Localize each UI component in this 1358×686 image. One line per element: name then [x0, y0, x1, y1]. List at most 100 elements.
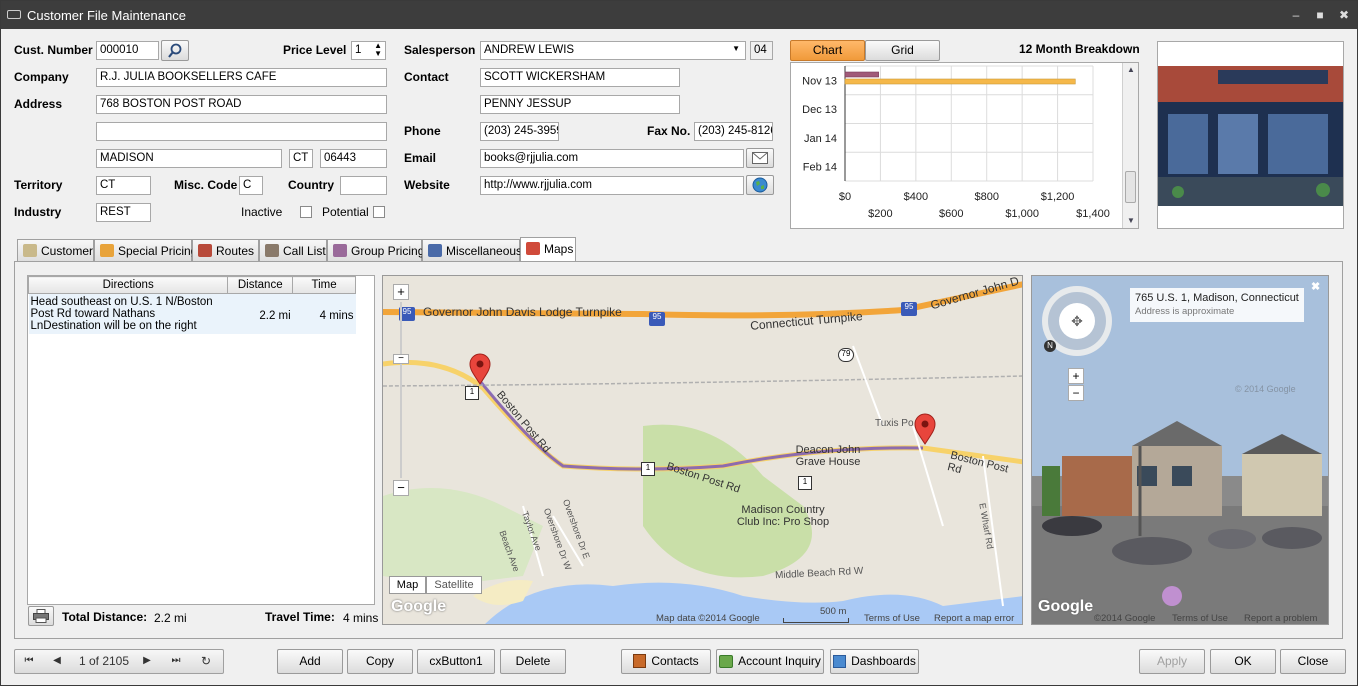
company-field[interactable]: R.J. JULIA BOOKSELLERS CAFE — [96, 68, 387, 87]
map-zoom-slider[interactable] — [400, 302, 402, 478]
tab-maps[interactable]: Maps — [520, 237, 576, 262]
street-view-compass[interactable]: ✥ N — [1042, 286, 1112, 356]
col-time[interactable]: Time — [292, 276, 356, 294]
address1-field[interactable]: 768 BOSTON POST ROAD — [96, 95, 387, 114]
country-field[interactable] — [340, 176, 387, 195]
chart-category-label: Jan 14 — [804, 133, 837, 145]
misc-code-label: Misc. Code — [174, 178, 238, 192]
email-field[interactable]: books@rjjulia.com — [480, 149, 744, 168]
delete-button[interactable]: Delete — [500, 649, 566, 674]
chart-scrollbar[interactable]: ▲ ▼ — [1122, 63, 1138, 228]
address2-field[interactable] — [96, 122, 387, 141]
copy-button[interactable]: Copy — [347, 649, 413, 674]
search-customer-button[interactable] — [161, 40, 189, 61]
contact2-field[interactable]: PENNY JESSUP — [480, 95, 680, 114]
zip-field[interactable]: 06443 — [320, 149, 387, 168]
country-label: Country — [288, 178, 334, 192]
minimize-button[interactable]: – — [1287, 7, 1305, 23]
storefront-image — [1158, 66, 1343, 206]
salesperson-label: Salesperson — [404, 43, 476, 57]
map-type-satellite-button[interactable]: Satellite — [426, 576, 482, 594]
tab-chart[interactable]: Chart — [790, 40, 865, 61]
contacts-button[interactable]: Contacts — [621, 649, 711, 674]
sv-copyright: ©2014 Google — [1094, 613, 1156, 624]
salesperson-dropdown[interactable]: ANDREW LEWIS ▼ — [480, 41, 746, 60]
tab-group-pricing[interactable]: Group Pricing — [327, 239, 424, 261]
industry-field[interactable]: REST — [96, 203, 151, 222]
map-zoom-handle[interactable]: − — [393, 354, 409, 364]
state-field[interactable]: CT — [289, 149, 313, 168]
contact-label: Contact — [404, 70, 449, 84]
prev-record-button[interactable]: ◀ — [46, 650, 68, 674]
cust-number-field[interactable]: 000010 — [96, 41, 159, 60]
sv-zoom-out-button[interactable]: − — [1068, 385, 1084, 401]
dashboard-icon — [833, 655, 847, 668]
chart-tick-label: $200 — [868, 208, 892, 220]
close-window-button[interactable]: ✖ — [1335, 7, 1353, 23]
fax-field[interactable]: (203) 245-8126 — [694, 122, 773, 141]
tab-special-pricing[interactable]: Special Pricing — [94, 239, 197, 261]
envelope-icon — [752, 152, 768, 164]
tab-label-customer: Customer — [41, 244, 94, 258]
city-field[interactable]: MADISON — [96, 149, 282, 168]
scroll-thumb[interactable] — [1125, 171, 1136, 203]
map-type-map-button[interactable]: Map — [389, 576, 426, 594]
map-scale-bar — [783, 618, 849, 623]
tab-label-routes: Routes — [216, 244, 255, 258]
app-icon — [7, 10, 21, 19]
sv-address: 765 U.S. 1, Madison, Connecticut — [1135, 292, 1299, 304]
map-zoom-out-button[interactable]: − — [393, 480, 409, 496]
us-1-shield-icon: 1 — [798, 476, 812, 490]
street-view[interactable]: ✥ N + − 765 U.S. 1, Madison, Connecticut… — [1031, 275, 1329, 625]
pan-control-icon[interactable]: ✥ — [1059, 303, 1095, 339]
website-field[interactable]: http://www.rjjulia.com — [480, 176, 744, 195]
col-directions[interactable]: Directions — [27, 276, 229, 294]
tab-grid[interactable]: Grid — [865, 40, 940, 61]
territory-field[interactable]: CT — [96, 176, 151, 195]
address-label: Address — [14, 97, 63, 111]
travel-time-label: Travel Time: — [265, 610, 335, 624]
interstate-95-shield-icon: 95 — [649, 312, 665, 326]
refresh-button[interactable]: ↻ — [195, 650, 217, 674]
next-record-button[interactable]: ▶ — [136, 650, 158, 674]
map-canvas[interactable] — [383, 276, 1023, 625]
tab-customer[interactable]: Customer — [17, 239, 94, 261]
cxbutton1-button[interactable]: cxButton1 — [417, 649, 495, 674]
sv-terms-link[interactable]: Terms of Use — [1172, 613, 1228, 624]
price-level-spinner[interactable]: 1 ▲ ▼ — [351, 41, 386, 60]
last-record-button[interactable]: ⏭ — [165, 650, 187, 674]
phone-icon — [265, 244, 279, 257]
table-row[interactable]: Head southeast on U.S. 1 N/Boston Post R… — [28, 293, 356, 334]
open-website-button[interactable] — [746, 175, 774, 195]
tab-routes[interactable]: Routes — [192, 239, 259, 261]
sv-report-link[interactable]: Report a problem — [1244, 613, 1317, 624]
territory-label: Territory — [14, 178, 63, 192]
send-email-button[interactable] — [746, 148, 774, 168]
sv-close-button[interactable]: ✖ — [1311, 280, 1320, 293]
close-button[interactable]: Close — [1280, 649, 1346, 674]
map-zoom-in-button[interactable]: + — [393, 284, 409, 300]
contact1-field[interactable]: SCOTT WICKERSHAM — [480, 68, 680, 87]
truck-icon — [198, 244, 212, 257]
phone-field[interactable]: (203) 245-3959 — [480, 122, 559, 141]
col-distance[interactable]: Distance — [227, 276, 294, 294]
inactive-checkbox[interactable] — [300, 206, 312, 218]
map-report-link[interactable]: Report a map error — [934, 613, 1014, 624]
directions-table[interactable]: Directions Distance Time Head southeast … — [27, 275, 375, 605]
maximize-button[interactable]: ■ — [1311, 7, 1329, 23]
first-record-button[interactable]: ⏮ — [18, 650, 40, 674]
ok-button[interactable]: OK — [1210, 649, 1276, 674]
map-terms-link[interactable]: Terms of Use — [864, 613, 920, 624]
account-inquiry-button[interactable]: Account Inquiry — [716, 649, 824, 674]
route-79-shield-icon: 79 — [838, 348, 854, 362]
tab-call-list[interactable]: Call List — [259, 239, 327, 261]
apply-button[interactable]: Apply — [1139, 649, 1205, 674]
sv-zoom-in-button[interactable]: + — [1068, 368, 1084, 384]
dashboards-button[interactable]: Dashboards — [830, 649, 919, 674]
misc-code-field[interactable]: C — [239, 176, 263, 195]
tab-miscellaneous[interactable]: Miscellaneous — [422, 239, 522, 261]
potential-checkbox[interactable] — [373, 206, 385, 218]
print-directions-button[interactable] — [28, 606, 54, 626]
map-view[interactable]: Governor John Davis Lodge Turnpike Conne… — [382, 275, 1023, 625]
add-button[interactable]: Add — [277, 649, 343, 674]
